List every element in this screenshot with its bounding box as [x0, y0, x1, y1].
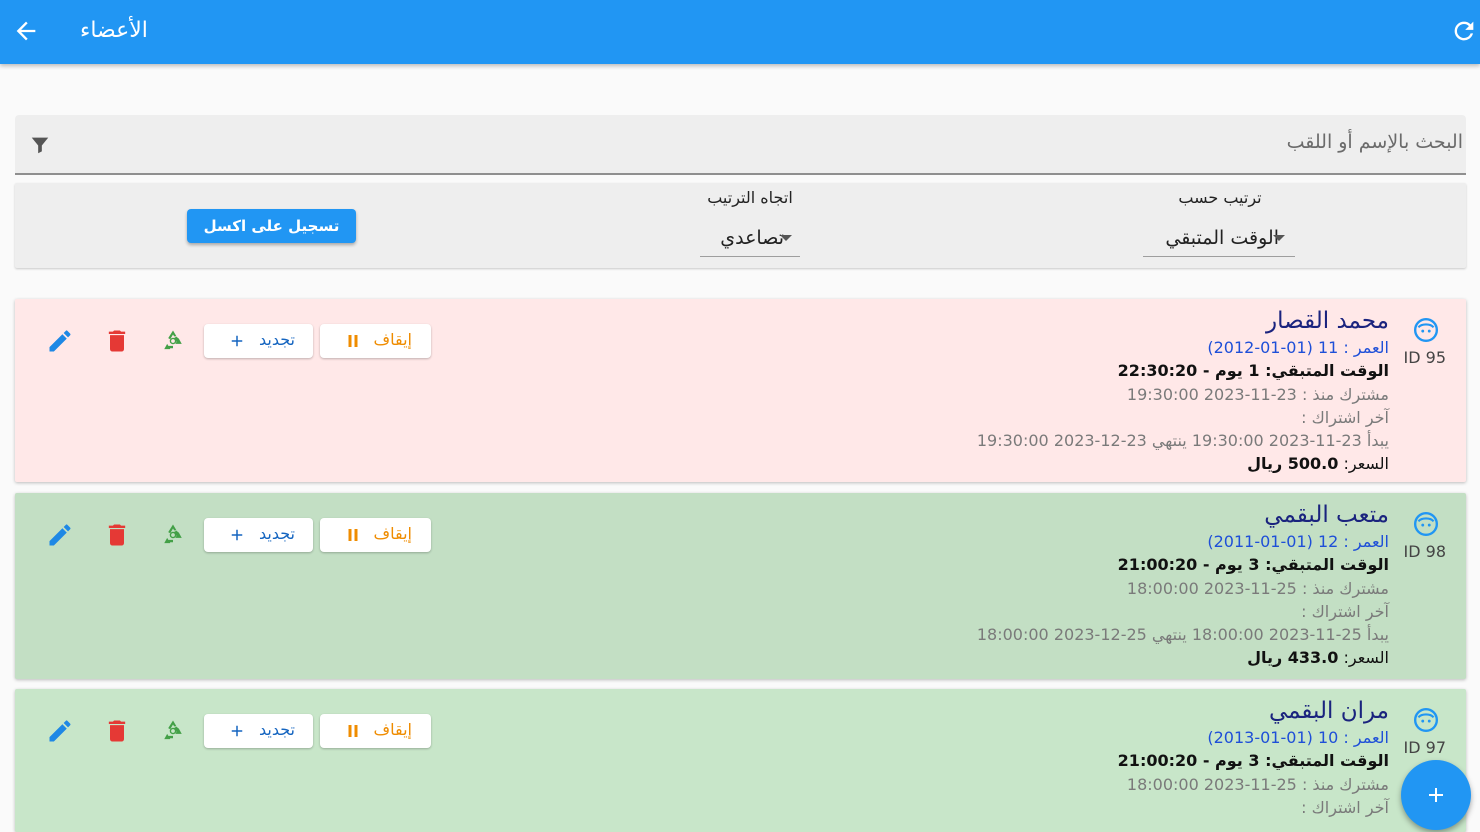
member-id: ID 98 — [1403, 542, 1446, 561]
page-title: الأعضاء — [80, 18, 148, 43]
member-remaining-time: الوقت المتبقي: 3 يوم - 21:00:20 — [1117, 555, 1389, 574]
member-info: متعب البقمي العمر : 12 (01-01-2011) الوق… — [977, 499, 1389, 670]
chevron-down-icon — [780, 235, 792, 241]
plus-icon — [231, 725, 243, 737]
recycle-icon[interactable] — [159, 717, 187, 745]
renew-button[interactable]: تجديد — [204, 518, 313, 552]
member-name: محمد القصار — [1266, 308, 1389, 334]
sort-by-label: ترتيب حسب — [1178, 188, 1262, 207]
pause-icon — [348, 725, 358, 737]
price-label: السعر: — [1343, 648, 1389, 667]
pause-button[interactable]: إيقاف — [320, 714, 431, 748]
delete-icon[interactable] — [103, 327, 131, 355]
sort-by-value: الوقت المتبقي — [1165, 227, 1279, 249]
edit-icon[interactable] — [46, 717, 74, 745]
renew-button[interactable]: تجديد — [204, 714, 313, 748]
member-last-subscription: آخر اشتراك : — [1301, 798, 1389, 817]
face-icon — [1413, 707, 1439, 733]
member-card[interactable]: تجديد إيقاف متعب البقمي العمر : 12 (01-0… — [15, 493, 1466, 679]
member-price: السعر: 500.0 ريال — [977, 452, 1389, 476]
face-icon — [1413, 511, 1439, 537]
pause-label: إيقاف — [373, 330, 412, 349]
member-period: يبدأ 23-11-2023 19:30:00 ينتهي 23-12-202… — [976, 431, 1389, 450]
member-last-subscription: آخر اشتراك : — [1301, 408, 1389, 427]
add-member-button[interactable] — [1401, 760, 1471, 830]
sort-direction-value: تصاعدي — [720, 227, 784, 249]
member-remaining-time: الوقت المتبقي: 1 يوم - 22:30:20 — [1117, 361, 1389, 380]
pause-button[interactable]: إيقاف — [320, 324, 431, 358]
pause-label: إيقاف — [373, 524, 412, 543]
pause-icon — [348, 335, 358, 347]
member-info: مران البقمي العمر : 10 (01-01-2013) الوق… — [1118, 695, 1389, 819]
price-value: 500.0 ريال — [1247, 454, 1339, 473]
sort-bar: تسجيل على اكسل اتجاه الترتيب تصاعدي ترتي… — [15, 183, 1466, 268]
renew-label: تجديد — [258, 330, 295, 349]
edit-icon[interactable] — [46, 327, 74, 355]
member-price: السعر: 433.0 ريال — [977, 646, 1389, 670]
member-since: مشترك منذ : 23-11-2023 19:30:00 — [1126, 385, 1389, 404]
pause-button[interactable]: إيقاف — [320, 518, 431, 552]
member-id: ID 95 — [1403, 348, 1446, 367]
member-info: محمد القصار العمر : 11 (01-01-2012) الوق… — [977, 305, 1389, 476]
member-name: متعب البقمي — [1264, 502, 1389, 528]
member-period: يبدأ 25-11-2023 18:00:00 ينتهي 25-12-202… — [976, 625, 1389, 644]
plus-icon — [231, 335, 243, 347]
back-arrow-icon[interactable] — [12, 17, 40, 45]
delete-icon[interactable] — [103, 521, 131, 549]
member-since: مشترك منذ : 25-11-2023 18:00:00 — [1126, 775, 1389, 794]
sort-direction-dropdown[interactable]: تصاعدي — [700, 223, 800, 257]
recycle-icon[interactable] — [159, 327, 187, 355]
member-since: مشترك منذ : 25-11-2023 18:00:00 — [1126, 579, 1389, 598]
member-age: العمر : 11 (01-01-2012) — [1207, 338, 1389, 357]
search-field[interactable]: البحث بالإسم أو اللقب — [15, 115, 1466, 175]
plus-icon — [231, 529, 243, 541]
search-placeholder: البحث بالإسم أو اللقب — [1286, 131, 1463, 153]
delete-icon[interactable] — [103, 717, 131, 745]
app-bar: الأعضاء — [0, 0, 1480, 64]
member-card[interactable]: تجديد إيقاف محمد القصار العمر : 11 (01-0… — [15, 299, 1466, 482]
sort-direction-label: اتجاه الترتيب — [707, 188, 793, 207]
edit-icon[interactable] — [46, 521, 74, 549]
member-remaining-time: الوقت المتبقي: 3 يوم - 21:00:20 — [1117, 751, 1389, 770]
renew-label: تجديد — [258, 524, 295, 543]
pause-icon — [348, 529, 358, 541]
price-label: السعر: — [1343, 454, 1389, 473]
member-age: العمر : 12 (01-01-2011) — [1207, 532, 1389, 551]
export-excel-button[interactable]: تسجيل على اكسل — [187, 209, 356, 243]
renew-button[interactable]: تجديد — [204, 324, 313, 358]
recycle-icon[interactable] — [159, 521, 187, 549]
member-age: العمر : 10 (01-01-2013) — [1207, 728, 1389, 747]
member-name: مران البقمي — [1268, 698, 1389, 724]
member-id: ID 97 — [1403, 738, 1446, 757]
plus-icon — [1429, 788, 1443, 802]
face-icon — [1413, 317, 1439, 343]
filter-icon[interactable] — [29, 134, 51, 156]
pause-label: إيقاف — [373, 720, 412, 739]
renew-label: تجديد — [258, 720, 295, 739]
price-value: 433.0 ريال — [1247, 648, 1339, 667]
member-last-subscription: آخر اشتراك : — [1301, 602, 1389, 621]
chevron-down-icon — [1273, 235, 1285, 241]
sort-by-dropdown[interactable]: الوقت المتبقي — [1143, 223, 1295, 257]
member-card[interactable]: تجديد إيقاف مران البقمي العمر : 10 (01-0… — [15, 689, 1466, 832]
refresh-icon[interactable] — [1450, 17, 1478, 45]
